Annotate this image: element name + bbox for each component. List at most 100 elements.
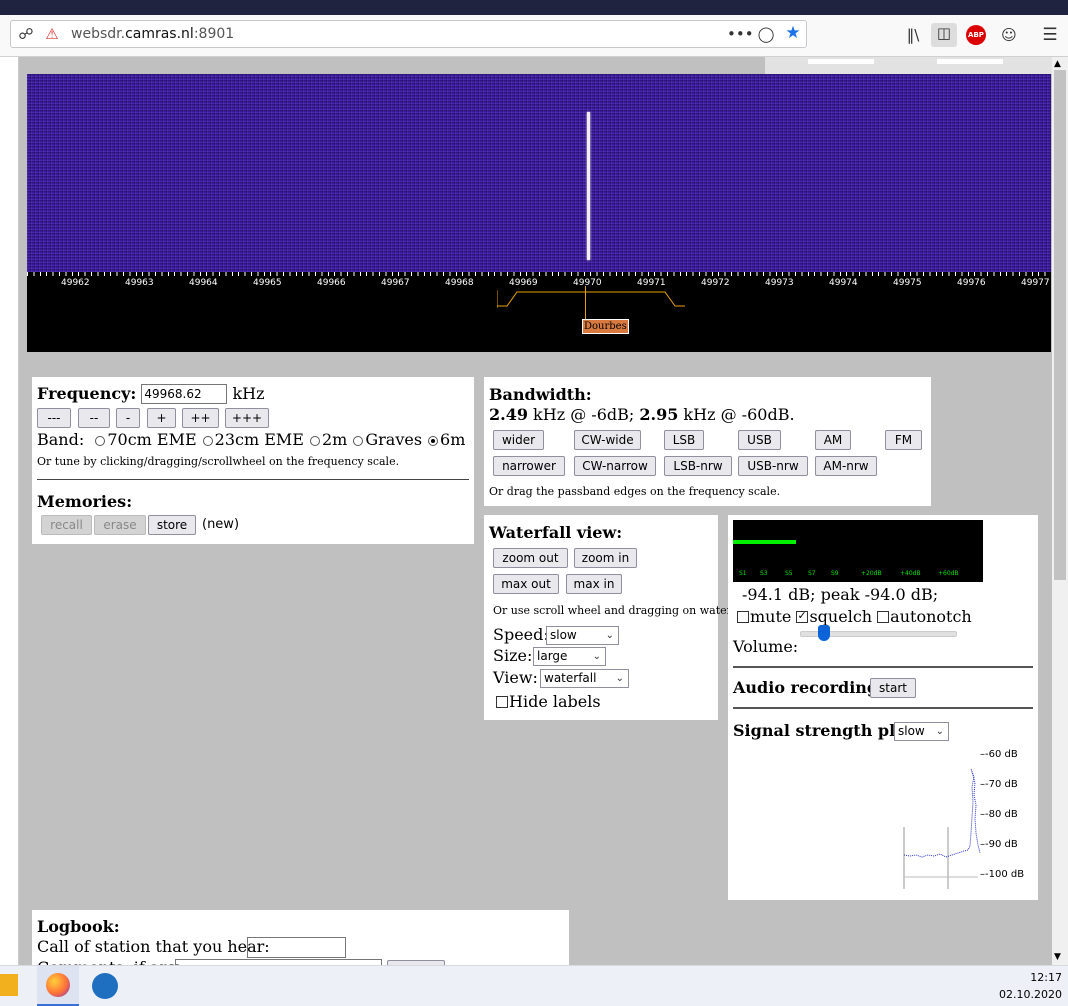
erase-button[interactable]: erase	[94, 515, 146, 535]
waterfall-display[interactable]	[27, 74, 1051, 272]
size-select[interactable]: large ⌄	[533, 647, 606, 666]
scroll-up-icon[interactable]: ▲	[1054, 59, 1061, 69]
plot-axis-label: –-100 dB	[980, 869, 1025, 880]
volume-slider-handle[interactable]	[818, 625, 830, 641]
lsb-button[interactable]: LSB	[664, 430, 704, 450]
frequency-tick-label: 49967	[381, 278, 410, 288]
call-input[interactable]	[247, 937, 346, 958]
account-icon[interactable]: ☺	[999, 25, 1019, 45]
clock-time: 12:17	[1030, 971, 1062, 984]
system-clock[interactable]: 12:17 02.10.2020	[999, 969, 1062, 1003]
reader-view-icon[interactable]: ◫	[931, 23, 957, 47]
shield-icon[interactable]: ☍	[17, 24, 35, 44]
step-up-medium-button[interactable]: ++	[182, 408, 219, 428]
divider	[37, 479, 469, 480]
frequency-tick-label: 49969	[509, 278, 538, 288]
frequency-tick-label: 49965	[253, 278, 282, 288]
signal-level-readout: -94.1 dB; peak -94.0 dB;	[742, 585, 939, 604]
insecure-lock-icon[interactable]: ⚠	[43, 24, 61, 44]
radio-icon[interactable]	[202, 436, 213, 446]
file-explorer-icon[interactable]	[0, 974, 18, 996]
frequency-tick-label: 49963	[125, 278, 154, 288]
radio-icon[interactable]	[428, 436, 439, 446]
cw-narrow-button[interactable]: CW-narrow	[574, 456, 656, 476]
bandwidth-title: Bandwidth:	[489, 385, 592, 404]
max-in-button[interactable]: max in	[566, 574, 622, 594]
zoom-out-button[interactable]: zoom out	[493, 548, 568, 568]
band-option-2m[interactable]: 2m	[309, 430, 347, 449]
step-up-large-button[interactable]: +++	[225, 408, 269, 428]
band-option-graves[interactable]: Graves	[353, 430, 422, 449]
bandwidth-6db-text: kHz @ -6dB;	[527, 405, 640, 424]
band-option-70cm-eme[interactable]: 70cm EME	[95, 430, 197, 449]
s-meter: S1 S3 S5 S7 S9 +20dB +40dB +60dB	[733, 520, 983, 582]
narrower-button[interactable]: narrower	[493, 456, 565, 476]
recall-button[interactable]: recall	[41, 515, 92, 535]
menu-hamburger-icon[interactable]: ☰	[1040, 25, 1060, 45]
am-narrow-button[interactable]: AM-nrw	[815, 456, 877, 476]
bookmark-star-icon[interactable]: ★	[783, 23, 803, 43]
scale-ticks	[27, 272, 1051, 276]
lsb-narrow-button[interactable]: LSB-nrw	[664, 456, 732, 476]
s-meter-label: S7	[808, 570, 816, 577]
s-meter-bar	[733, 540, 796, 544]
chevron-down-icon: ⌄	[615, 673, 624, 684]
passband-indicator[interactable]	[497, 290, 685, 308]
scrollbar-thumb[interactable]	[1054, 70, 1066, 580]
frequency-input[interactable]: 49968.62	[141, 384, 228, 404]
hide-labels-label: Hide labels	[509, 692, 601, 711]
frequency-tick-label: 49973	[765, 278, 794, 288]
band-option-6m[interactable]: 6m	[428, 430, 465, 449]
s-meter-label: S1	[739, 570, 747, 577]
radio-icon[interactable]	[309, 436, 320, 446]
frequency-tick-label: 49970	[573, 278, 602, 288]
am-button[interactable]: AM	[815, 430, 851, 450]
autonotch-label: autonotch	[890, 607, 972, 626]
frequency-tick-label: 49975	[893, 278, 922, 288]
autonotch-checkbox[interactable]	[877, 611, 890, 623]
scroll-down-icon[interactable]: ▼	[1054, 952, 1061, 962]
usb-button[interactable]: USB	[738, 430, 781, 450]
fm-button[interactable]: FM	[885, 430, 922, 450]
frequency-tick-label: 49966	[317, 278, 346, 288]
frequency-tick-label: 49962	[61, 278, 90, 288]
library-icon[interactable]: ‖\	[902, 25, 924, 45]
step-down-small-button[interactable]: -	[116, 408, 140, 428]
hide-labels-toggle[interactable]: Hide labels	[496, 692, 601, 711]
page-actions-icon[interactable]: •••	[727, 24, 754, 44]
hide-labels-checkbox[interactable]	[496, 696, 508, 708]
speed-select[interactable]: slow ⌄	[546, 626, 619, 645]
radio-icon[interactable]	[95, 436, 106, 446]
frequency-scale[interactable]: 49962 49963 49964 49965 49966 49967 49968 49969…	[27, 272, 1051, 352]
s-meter-label: +20dB	[861, 570, 882, 577]
max-out-button[interactable]: max out	[493, 574, 559, 594]
station-label[interactable]: Dourbes	[582, 319, 629, 334]
sidebar-remnant	[0, 57, 19, 965]
pocket-icon[interactable]: ◯	[756, 24, 776, 44]
band-option-23cm-eme[interactable]: 23cm EME	[202, 430, 304, 449]
zoom-in-button[interactable]: zoom in	[574, 548, 637, 568]
step-down-large-button[interactable]: ---	[37, 408, 71, 428]
url-text[interactable]: websdr.camras.nl:8901	[71, 26, 234, 42]
frequency-tick-label: 49971	[637, 278, 666, 288]
waterfall-hint: Or use scroll wheel and dragging on wate…	[493, 604, 754, 617]
bandwidth-readout: 2.49 kHz @ -6dB; 2.95 kHz @ -60dB.	[489, 405, 795, 424]
recording-start-button[interactable]: start	[870, 678, 916, 698]
thunderbird-icon[interactable]	[92, 973, 118, 999]
radio-icon[interactable]	[353, 436, 364, 446]
view-select[interactable]: waterfall ⌄	[540, 669, 629, 688]
step-up-small-button[interactable]: +	[147, 408, 176, 428]
firefox-taskbar-button[interactable]	[37, 966, 79, 1006]
plot-speed-select[interactable]: slow ⌄	[894, 722, 949, 741]
cw-wide-button[interactable]: CW-wide	[574, 430, 641, 450]
mute-checkbox[interactable]	[737, 611, 749, 623]
memory-new-label: (new)	[202, 517, 240, 532]
squelch-checkbox[interactable]	[796, 609, 809, 623]
step-down-medium-button[interactable]: --	[78, 408, 110, 428]
wider-button[interactable]: wider	[493, 430, 544, 450]
adblock-icon[interactable]: ABP	[966, 25, 986, 45]
usb-narrow-button[interactable]: USB-nrw	[738, 456, 808, 476]
url-bar[interactable]: ☍ ⚠ websdr.camras.nl:8901 ••• ◯ ★	[10, 20, 807, 48]
plot-axis-label: –-70 dB	[980, 779, 1018, 790]
store-button[interactable]: store	[148, 515, 196, 535]
